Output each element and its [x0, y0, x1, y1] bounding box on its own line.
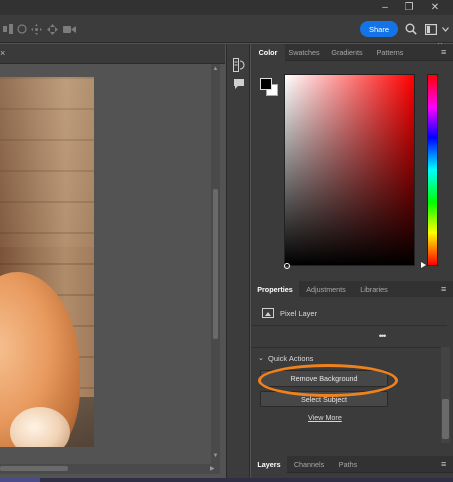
- search-icon[interactable]: [404, 22, 418, 36]
- canvas-image: [0, 77, 94, 447]
- remove-background-button[interactable]: Remove Background: [260, 370, 388, 387]
- more-options-button[interactable]: •••: [375, 332, 389, 342]
- tab-patterns[interactable]: Patterns: [371, 44, 409, 61]
- align-icon[interactable]: [2, 23, 14, 35]
- tab-channels[interactable]: Channels: [287, 456, 331, 473]
- color-field[interactable]: [284, 74, 415, 266]
- history-icon[interactable]: [232, 58, 246, 72]
- workspace-icon[interactable]: [424, 22, 438, 36]
- video-camera-icon[interactable]: [62, 23, 76, 35]
- properties-scroll-thumb[interactable]: [442, 399, 449, 439]
- layers-panel-tabs: Layers Channels Paths ≡: [251, 456, 453, 473]
- tab-properties[interactable]: Properties: [251, 281, 299, 298]
- properties-scrollbar[interactable]: [441, 347, 450, 443]
- restore-button[interactable]: ❐: [398, 0, 420, 15]
- tab-gradients[interactable]: Gradients: [325, 44, 369, 61]
- color-panel: [251, 61, 453, 280]
- divider: [251, 347, 447, 348]
- hue-slider-marker[interactable]: [421, 262, 426, 268]
- view-more-link[interactable]: View More: [308, 413, 342, 422]
- select-subject-button[interactable]: Select Subject: [260, 391, 388, 407]
- tab-adjustments[interactable]: Adjustments: [301, 281, 351, 298]
- color-panel-menu-icon[interactable]: ≡: [441, 48, 449, 57]
- scroll-down-icon[interactable]: ▼: [212, 453, 219, 459]
- close-window-button[interactable]: ✕: [424, 0, 446, 15]
- tab-paths[interactable]: Paths: [331, 456, 365, 473]
- quick-actions-label[interactable]: Quick Actions: [268, 354, 313, 363]
- tab-libraries[interactable]: Libraries: [353, 281, 395, 298]
- properties-panel-tabs: Properties Adjustments Libraries ≡: [251, 281, 453, 298]
- canvas-vertical-scrollbar[interactable]: ▲ ▼: [211, 64, 220, 464]
- 3d-orbit-icon[interactable]: [16, 23, 28, 35]
- options-bar: Share: [0, 15, 453, 43]
- share-button[interactable]: Share: [360, 21, 398, 37]
- scroll-up-icon[interactable]: ▲: [212, 66, 219, 72]
- properties-panel: Pixel Layer ••• ⌄ Quick Actions Remove B…: [251, 297, 453, 453]
- 3d-slide-icon[interactable]: [46, 23, 58, 35]
- scroll-right-icon[interactable]: ▶: [210, 465, 218, 473]
- comments-icon[interactable]: [232, 77, 246, 91]
- taskbar-strip: [0, 478, 453, 482]
- color-panel-tabs: Color Swatches Gradients Patterns ≡: [251, 44, 453, 61]
- right-panel-column: Color Swatches Gradients Patterns ≡ Prop…: [251, 44, 453, 482]
- tab-swatches[interactable]: Swatches: [285, 44, 323, 61]
- canvas-area[interactable]: ▲ ▼ ▶: [0, 64, 225, 478]
- layers-panel-menu-icon[interactable]: ≡: [441, 460, 449, 469]
- document-close-icon[interactable]: ×: [0, 48, 8, 60]
- title-bar: – ❐ ✕: [0, 0, 453, 15]
- workspace-chevron-down-icon[interactable]: [440, 22, 450, 36]
- horizontal-scroll-thumb[interactable]: [0, 466, 68, 471]
- properties-panel-menu-icon[interactable]: ≡: [441, 285, 449, 294]
- pixel-layer-icon: [262, 308, 274, 318]
- quick-actions-chevron-icon[interactable]: ⌄: [258, 354, 264, 362]
- tab-color[interactable]: Color: [251, 44, 285, 61]
- divider: [251, 325, 447, 326]
- hue-slider[interactable]: [427, 74, 438, 266]
- tab-layers[interactable]: Layers: [251, 456, 287, 473]
- vertical-scroll-thumb[interactable]: [213, 189, 218, 339]
- color-field-marker[interactable]: [284, 263, 290, 269]
- canvas-horizontal-scrollbar[interactable]: ▶: [0, 464, 220, 474]
- minimize-button[interactable]: –: [374, 0, 396, 15]
- taskbar-highlight: [0, 478, 40, 482]
- document-tab-strip: ×: [0, 44, 225, 64]
- wood-wall: [0, 77, 94, 247]
- layer-type-label: Pixel Layer: [280, 309, 318, 318]
- collapsed-panel-strip: [226, 44, 250, 478]
- 3d-pan-icon[interactable]: [30, 23, 42, 35]
- foreground-color-swatch[interactable]: [260, 78, 272, 90]
